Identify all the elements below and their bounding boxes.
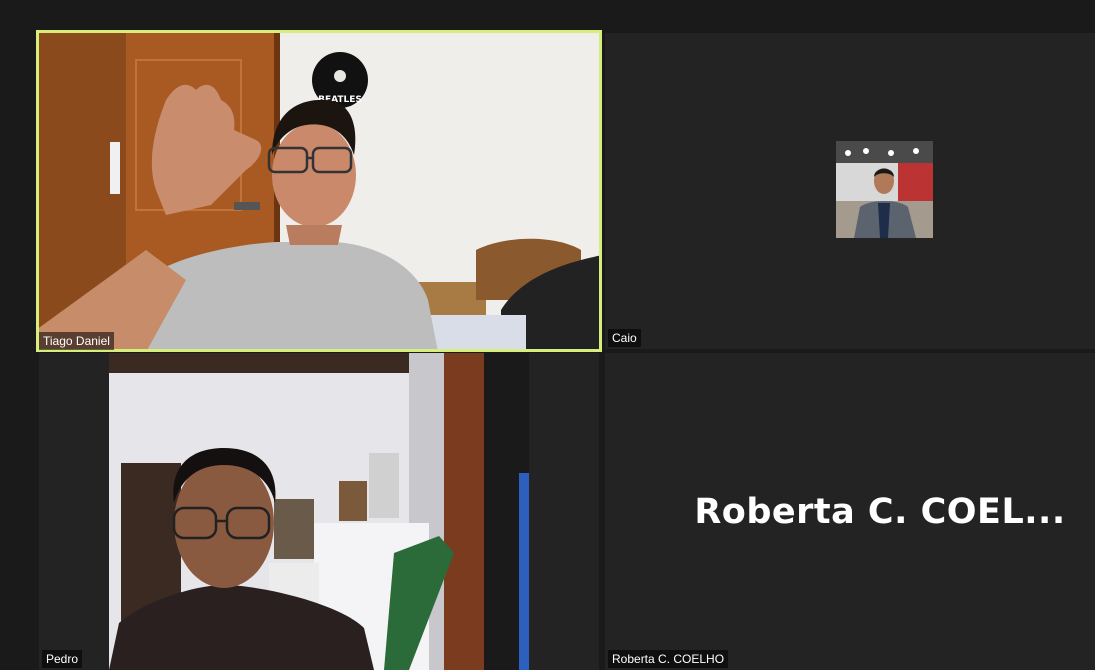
video-feed-tiago: BEATLES xyxy=(36,30,602,352)
participant-name-roberta: Roberta C. COELHO xyxy=(608,650,729,668)
video-tile-tiago[interactable]: BEATLES Tiago Daniel xyxy=(36,30,602,352)
participant-name-caio: Caio xyxy=(608,329,641,347)
video-tile-pedro[interactable]: Pedro xyxy=(39,353,599,670)
participant-display-name-roberta: Roberta C. COEL... xyxy=(694,491,1066,532)
participant-name-tiago: Tiago Daniel xyxy=(39,332,114,350)
participant-name-pedro: Pedro xyxy=(42,650,83,668)
video-feed-pedro xyxy=(109,353,529,670)
video-tile-roberta[interactable]: Roberta C. COEL... Roberta C. COELHO xyxy=(605,353,1095,670)
video-tile-caio[interactable]: Caio xyxy=(605,33,1095,349)
video-feed-caio xyxy=(836,141,933,238)
